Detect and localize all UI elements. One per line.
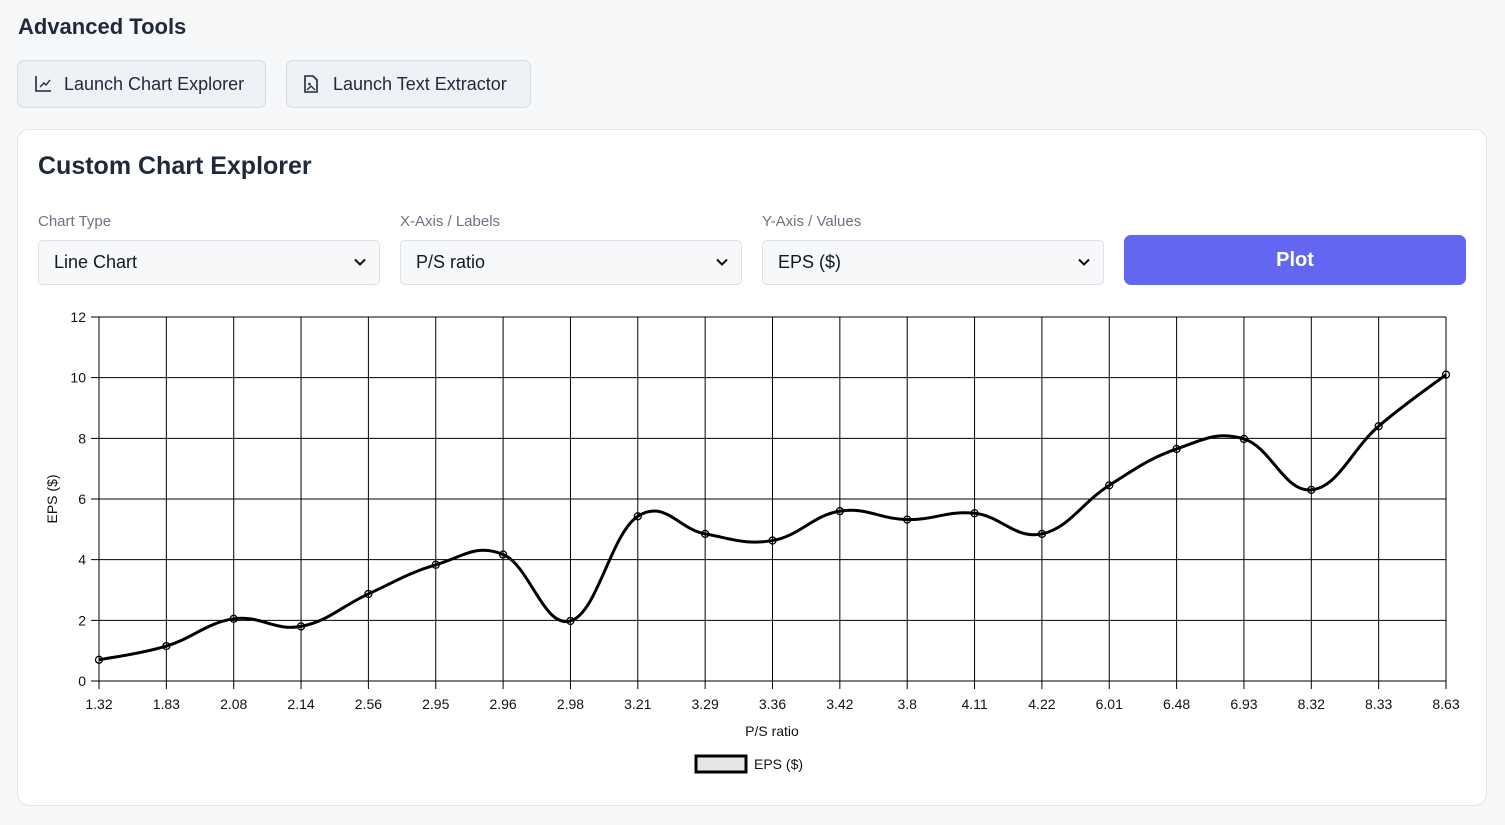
y-tick-label: 10 (70, 370, 86, 386)
x-tick-label: 2.14 (287, 696, 314, 712)
x-tick-label: 2.98 (557, 696, 584, 712)
x-tick-label: 2.56 (355, 696, 382, 712)
x-axis-title: P/S ratio (745, 723, 799, 739)
x-tick-label: 3.21 (624, 696, 651, 712)
x-tick-label: 2.08 (220, 696, 247, 712)
x-tick-label: 6.93 (1230, 696, 1257, 712)
y-axis-title: EPS ($) (44, 474, 60, 523)
x-tick-label: 3.42 (826, 696, 853, 712)
x-tick-label: 8.32 (1298, 696, 1325, 712)
x-tick-label: 8.63 (1432, 696, 1459, 712)
x-tick-label: 4.11 (961, 696, 987, 712)
y-axis-ticks: 0 2 4 6 8 10 12 (70, 309, 86, 689)
x-tick-label: 6.01 (1096, 696, 1123, 712)
x-tick-label: 3.29 (692, 696, 719, 712)
legend: EPS ($) (694, 754, 803, 774)
x-tick-label: 3.8 (897, 696, 917, 712)
legend-label: EPS ($) (754, 756, 803, 772)
x-tick-label: 1.32 (85, 696, 112, 712)
x-tick-label: 6.48 (1163, 696, 1190, 712)
y-tick-label: 4 (78, 552, 86, 568)
y-tick-label: 0 (78, 673, 86, 689)
y-tick-label: 8 (78, 430, 86, 446)
x-tick-label: 4.22 (1028, 696, 1055, 712)
x-tick-label: 2.95 (422, 696, 449, 712)
x-tick-label: 2.96 (489, 696, 516, 712)
y-tick-label: 6 (78, 491, 86, 507)
x-tick-label: 1.83 (153, 696, 180, 712)
x-tick-label: 8.33 (1365, 696, 1392, 712)
line-chart: 0 2 4 6 8 10 12 1.32 1.83 2.08 2.14 2.56 2.95 2.96 2.… (44, 309, 1460, 774)
legend-swatch (694, 754, 748, 774)
chart-grid (91, 316, 1447, 689)
x-tick-label: 3.36 (759, 696, 786, 712)
x-axis-ticks: 1.32 1.83 2.08 2.14 2.56 2.95 2.96 2.98 3.21 3.29… (85, 696, 1459, 712)
y-tick-label: 12 (70, 309, 86, 325)
y-tick-label: 2 (78, 612, 86, 628)
